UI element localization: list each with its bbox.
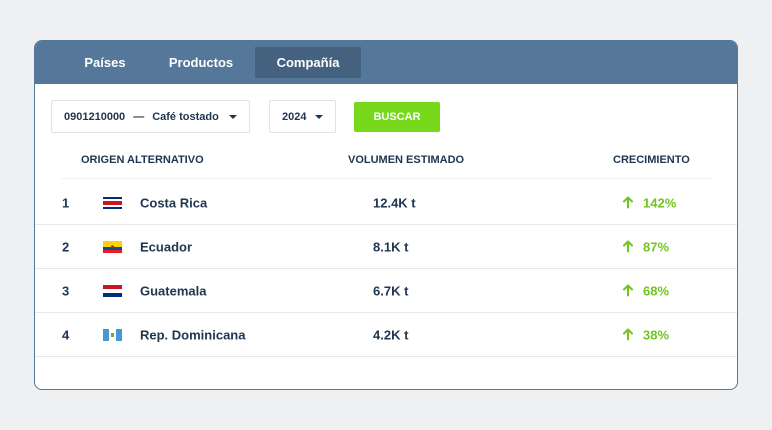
country-name: Ecuador (140, 239, 193, 254)
growth-cell: 38% (623, 327, 669, 342)
growth-cell: 142% (623, 195, 676, 210)
volume-value: 12.4K t (373, 195, 416, 210)
column-header-origin[interactable]: ORIGEN ALTERNATIVO (81, 154, 204, 166)
chevron-down-icon (315, 115, 323, 119)
search-button[interactable]: BUSCAR (354, 101, 440, 132)
header-divider (61, 178, 713, 179)
row-rank: 1 (62, 195, 70, 210)
table-row[interactable]: 4 Rep. Dominicana 4.2K t 38% (35, 313, 737, 357)
chevron-down-icon (229, 115, 237, 119)
volume-value: 6.7K t (373, 283, 409, 298)
growth-value: 68% (643, 283, 670, 298)
table-row[interactable]: 2 Ecuador 8.1K t 87% (35, 225, 737, 269)
column-header-volume[interactable]: VOLUMEN ESTIMADO (348, 154, 464, 166)
row-rank: 2 (62, 239, 70, 254)
growth-value: 142% (643, 195, 677, 210)
ecuador-flag (103, 240, 122, 253)
tab-bar: Países Productos Compañía (35, 41, 737, 84)
tab-compania[interactable]: Compañía (255, 47, 361, 78)
table-row[interactable]: 3 Guatemala 6.7K t 68% (35, 269, 737, 313)
growth-cell: 68% (623, 283, 669, 298)
country-name: Guatemala (140, 283, 207, 298)
year-value: 2024 (282, 110, 307, 123)
column-header-growth[interactable]: CRECIMIENTO (613, 154, 690, 166)
growth-value: 87% (643, 239, 670, 254)
volume-value: 8.1K t (373, 239, 409, 254)
growth-cell: 87% (623, 239, 669, 254)
row-rank: 4 (62, 327, 70, 342)
volume-value: 4.2K t (373, 327, 409, 342)
costa-rica-flag (103, 196, 122, 209)
year-select[interactable]: 2024 (269, 100, 336, 133)
table-body: 1 Costa Rica 12.4K t 142% 2 Ecuador 8.1K… (35, 181, 737, 357)
guatemala-flag (103, 284, 122, 297)
tab-paises[interactable]: Países (63, 41, 147, 84)
tab-productos[interactable]: Productos (147, 41, 255, 84)
row-rank: 3 (62, 283, 70, 298)
arrow-up-icon (623, 284, 633, 297)
product-select[interactable]: 0901210000 — Café tostado (51, 100, 250, 133)
results-card: Países Productos Compañía 0901210000 — C… (34, 40, 738, 390)
growth-value: 38% (643, 327, 670, 342)
arrow-up-icon (623, 196, 633, 209)
country-name: Costa Rica (140, 195, 208, 210)
arrow-up-icon (623, 328, 633, 341)
filters-bar: 0901210000 — Café tostado 2024 BUSCAR (51, 100, 440, 133)
product-name: Café tostado (152, 110, 219, 123)
product-separator: — (133, 110, 145, 123)
arrow-up-icon (623, 240, 633, 253)
table-row[interactable]: 1 Costa Rica 12.4K t 142% (35, 181, 737, 225)
dominican-republic-flag (103, 328, 122, 341)
product-code: 0901210000 (64, 110, 126, 123)
country-name: Rep. Dominicana (140, 327, 246, 342)
